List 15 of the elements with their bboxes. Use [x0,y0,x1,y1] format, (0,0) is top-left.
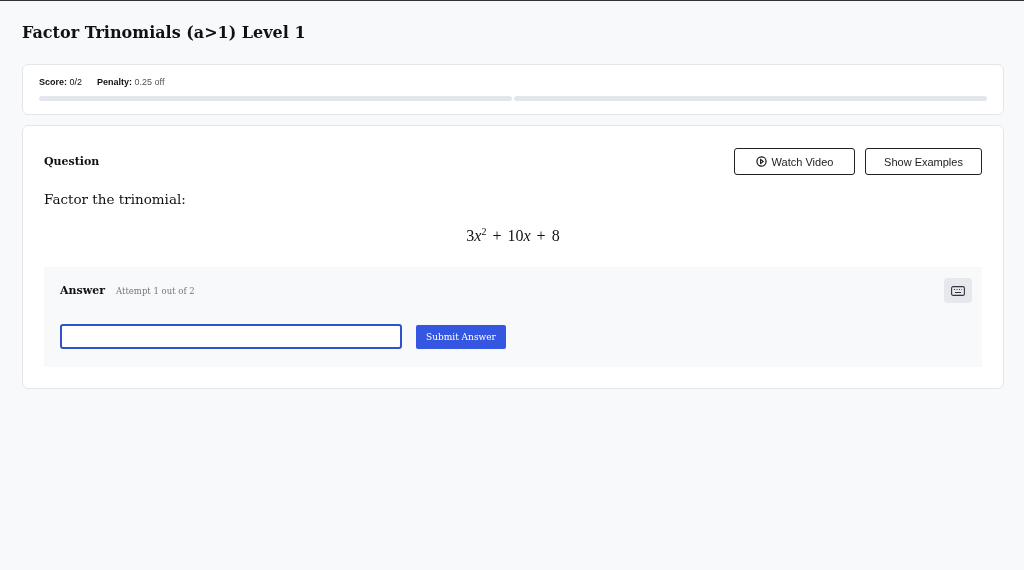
page-title: Factor Trinomials (a>1) Level 1 [22,23,307,42]
answer-heading: Answer [60,284,105,298]
attempt-counter: Attempt 1 out of 2 [116,285,196,296]
keyboard-button[interactable] [944,278,972,304]
question-prompt: Factor the trinomial: [44,191,187,207]
math-expression: 3x$^{2}$ + 10x + 8 [466,226,560,246]
answer-input[interactable] [60,324,402,350]
penalty-label: Penalty: 0.25 off [97,77,165,87]
play-icon [755,156,767,167]
submit-answer-button[interactable]: Submit Answer [416,324,506,349]
watch-video-button[interactable]: Watch Video [734,148,855,175]
question-heading: Question [44,155,100,168]
show-examples-button[interactable]: Show Examples [865,148,982,175]
score-label: Score: 0/2 [39,77,83,87]
keyboard-icon [951,285,965,296]
